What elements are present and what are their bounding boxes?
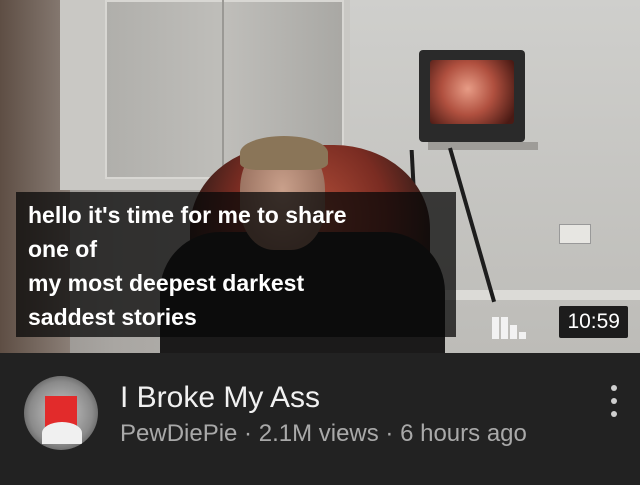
video-thumbnail[interactable]: hello it's time for me to share one of m… [0,0,640,353]
separator: · [237,420,259,447]
avatar-face [42,422,82,444]
scene-tv-shelf [428,142,538,150]
channel-name[interactable]: PewDiePie [120,420,237,447]
caption-line: hello it's time for me to share [28,202,347,228]
caption-line: my most deepest darkest [28,270,305,296]
signal-bars-icon [492,317,528,339]
scene-wall-socket [559,224,591,244]
scene-person-hair [240,136,328,170]
upload-age: 6 hours ago [400,420,527,447]
video-subline: PewDiePie · 2.1M views · 6 hours ago [120,419,527,449]
view-count: 2.1M views [258,420,379,447]
duration-badge: 10:59 [559,306,628,338]
scene-skirting [440,290,640,300]
scene-door-split [222,0,224,175]
video-title[interactable]: I Broke My Ass [120,381,320,415]
caption-box: hello it's time for me to share one of m… [16,192,456,337]
channel-avatar[interactable] [24,376,98,450]
separator: · [378,420,401,447]
more-vert-icon[interactable] [603,383,625,419]
caption-line: saddest stories [28,304,197,330]
scene-tv-screen [430,60,514,124]
scene-tv [419,50,525,142]
video-meta[interactable]: I Broke My Ass PewDiePie · 2.1M views · … [0,353,640,485]
caption-line: one of [28,236,97,262]
